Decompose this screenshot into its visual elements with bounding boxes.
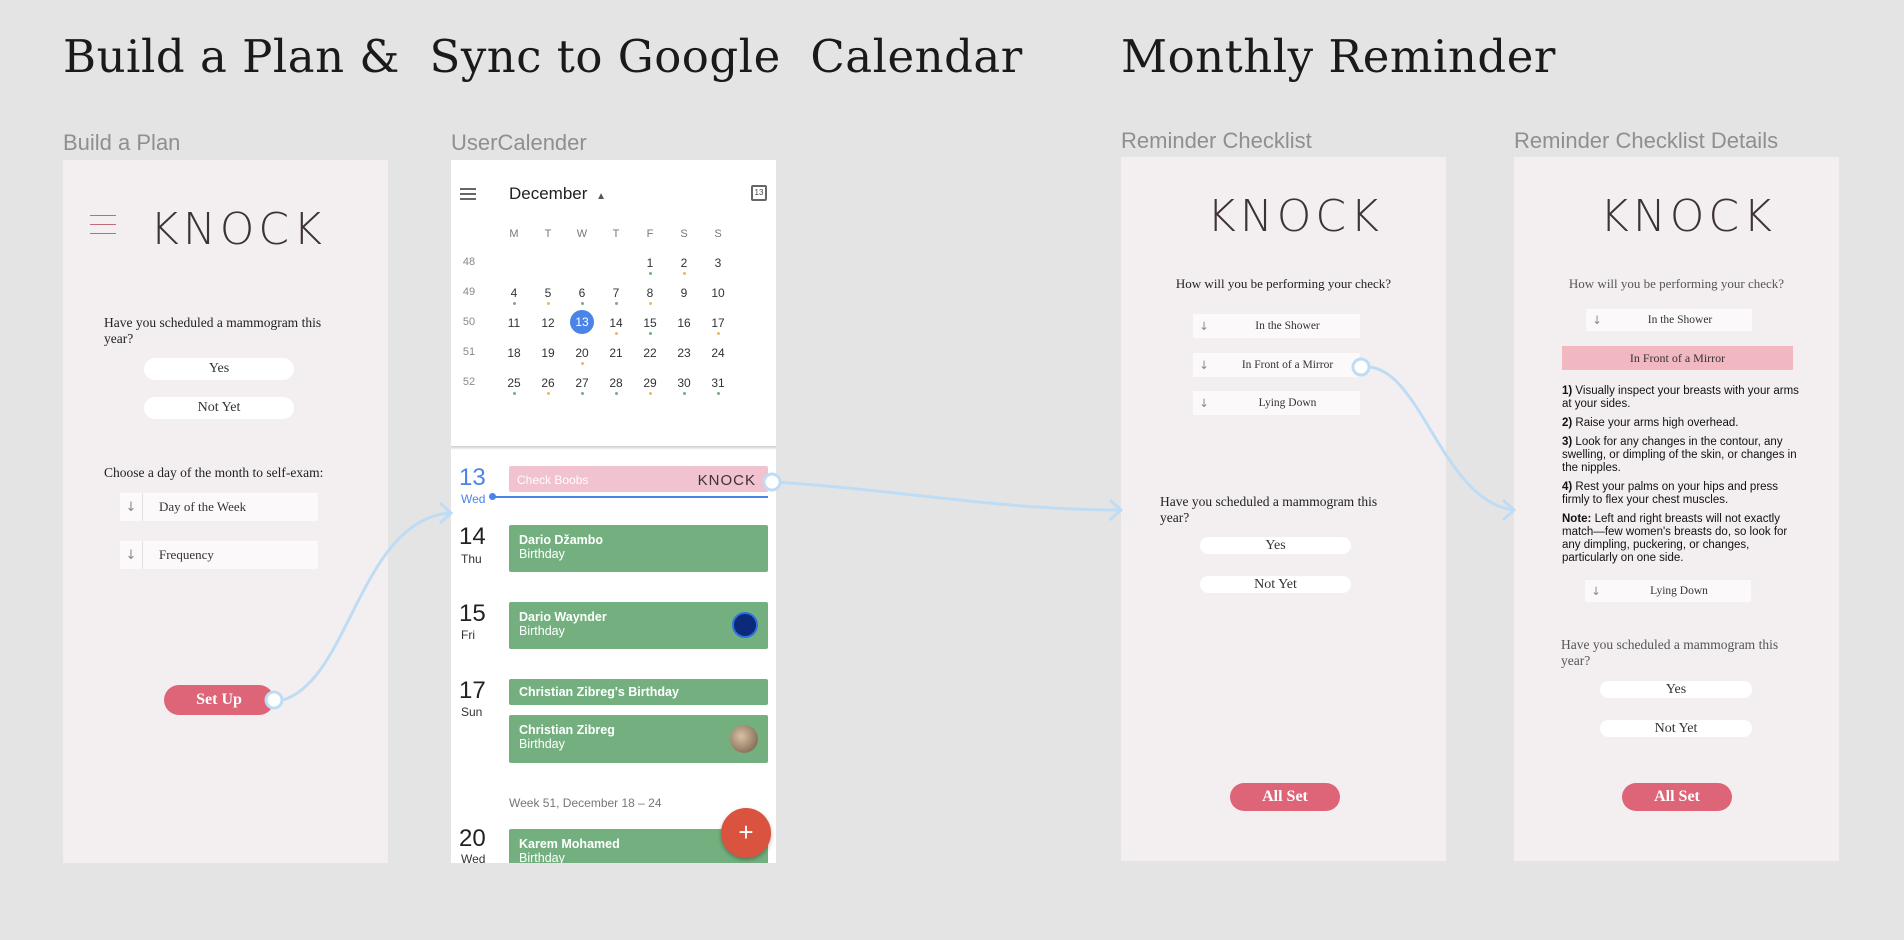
prototype-connectors (264, 357, 1517, 710)
connector-start-handle (762, 472, 782, 492)
connector-start-handle (264, 690, 284, 710)
connector-setup-to-calendar (282, 511, 451, 702)
connector-start-handle (1351, 357, 1371, 377)
connector-calendar-to-checklist (774, 480, 1121, 512)
connector-checklist-to-details (1361, 365, 1514, 512)
